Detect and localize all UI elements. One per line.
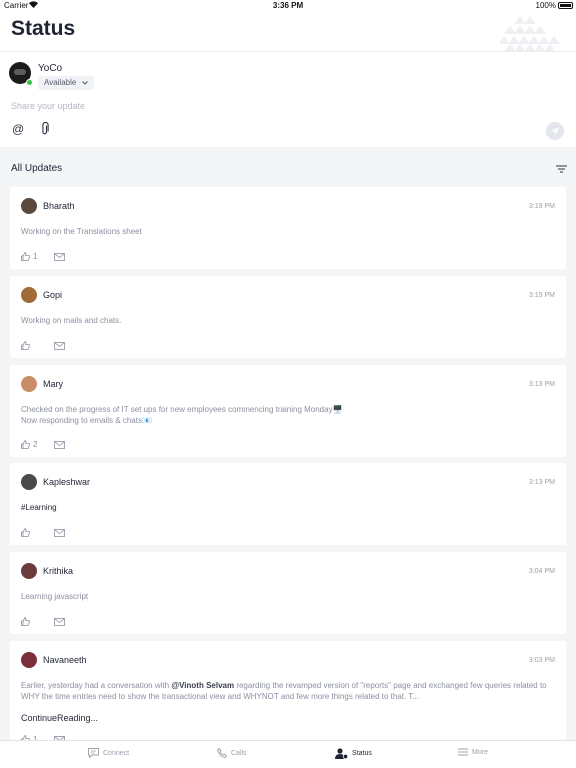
avatar[interactable] [21, 198, 37, 214]
post-time: 3:13 PM [528, 479, 555, 486]
like-button[interactable]: 2 [21, 440, 37, 449]
post-text: Working on the Translations sheet [21, 227, 142, 236]
status-composer: YoCo Available Share your update @ [0, 53, 576, 147]
continue-reading-link[interactable]: ContinueReading... [21, 713, 98, 723]
like-button[interactable] [21, 528, 30, 537]
page-header: Status [0, 12, 576, 52]
mention-link[interactable]: @Vinoth Selvam [171, 681, 234, 690]
send-icon [551, 127, 559, 135]
thumbs-up-icon [21, 440, 30, 449]
author-name[interactable]: Navaneeth [43, 655, 87, 665]
status-card[interactable]: Krithika 3:04 PM Learning javascript [10, 552, 566, 634]
reply-icon[interactable] [54, 441, 65, 449]
like-count: 1 [33, 252, 38, 261]
status-icon [335, 748, 348, 759]
tab-label: Calls [231, 749, 247, 757]
post-text: Learning javascript [21, 592, 89, 601]
status-card[interactable]: Navaneeth 3:03 PM Earlier, yesterday had… [10, 641, 566, 740]
feed-title: All Updates [11, 163, 63, 174]
post-text: Working on mails and chats. [21, 316, 122, 325]
post-time: 3:13 PM [528, 381, 555, 388]
mention-icon[interactable]: @ [12, 122, 24, 136]
author-name[interactable]: Bharath [43, 201, 75, 211]
tab-calls[interactable]: Calls [217, 748, 247, 758]
post-text-before: Earlier, yesterday had a conversation wi… [21, 681, 172, 690]
like-button[interactable] [21, 341, 30, 350]
tab-more[interactable]: More [458, 748, 488, 756]
author-name[interactable]: Gopi [43, 290, 62, 300]
tab-label: More [472, 748, 488, 756]
bottom-tab-bar: Connect Calls Status More [0, 740, 576, 768]
triangle-pattern-icon [500, 16, 560, 51]
status-card[interactable]: Gopi 3:19 PM Working on mails and chats. [10, 276, 566, 358]
availability-dropdown[interactable]: Available [38, 76, 95, 90]
post-time: 3:19 PM [528, 292, 555, 299]
reply-icon[interactable] [54, 253, 65, 261]
share-update-input[interactable]: Share your update [11, 101, 85, 111]
tab-label: Connect [103, 749, 130, 757]
attachment-icon[interactable] [40, 122, 50, 136]
status-card[interactable]: Kapleshwar 3:13 PM #Learning [10, 463, 566, 545]
updates-feed[interactable]: All Updates Bharath 3:19 PM Working on t… [0, 147, 576, 740]
author-name[interactable]: Krithika [43, 566, 73, 576]
like-button[interactable] [21, 617, 30, 626]
post-time: 3:04 PM [528, 568, 555, 575]
post-text: Earlier, yesterday had a conversation wi… [21, 680, 556, 702]
post-time: 3:03 PM [528, 657, 555, 664]
reply-icon[interactable] [54, 618, 65, 626]
feed-header: All Updates [0, 147, 576, 187]
thumbs-up-icon [21, 252, 30, 261]
battery-percent: 100% [535, 1, 556, 10]
reply-icon[interactable] [54, 342, 65, 350]
tab-label: Status [352, 750, 372, 757]
tab-connect[interactable]: Connect [88, 748, 129, 758]
like-count: 2 [33, 440, 38, 449]
phone-icon [217, 748, 227, 758]
send-button[interactable] [546, 122, 564, 140]
thumbs-up-icon [21, 528, 30, 537]
like-button[interactable]: 1 [21, 252, 37, 261]
tab-status[interactable]: Status [335, 748, 372, 759]
filter-icon[interactable] [556, 165, 567, 173]
thumbs-up-icon [21, 617, 30, 626]
avatar[interactable] [21, 474, 37, 490]
avatar[interactable] [21, 376, 37, 392]
current-user-name: YoCo [38, 63, 63, 74]
reply-icon[interactable] [54, 529, 65, 537]
author-name[interactable]: Kapleshwar [43, 477, 90, 487]
availability-label: Available [44, 78, 77, 87]
avatar[interactable] [21, 563, 37, 579]
menu-icon [458, 748, 468, 756]
post-time: 3:19 PM [528, 203, 555, 210]
status-card[interactable]: Bharath 3:19 PM Working on the Translati… [10, 187, 566, 269]
status-card[interactable]: Mary 3:13 PM Checked on the progress of … [10, 365, 566, 457]
battery-icon [558, 2, 573, 9]
presence-indicator [26, 79, 33, 86]
avatar[interactable] [21, 652, 37, 668]
author-name[interactable]: Mary [43, 379, 63, 389]
post-text: #Learning [21, 503, 57, 512]
ios-status-bar: Carrier 3:36 PM 100% [0, 0, 576, 12]
post-line: Checked on the progress of IT set ups fo… [21, 405, 343, 414]
post-line: Now responding to emails & chats📧 [21, 416, 152, 425]
thumbs-up-icon [21, 341, 30, 350]
page-title: Status [11, 17, 76, 40]
avatar[interactable] [21, 287, 37, 303]
clock: 3:36 PM [272, 1, 304, 10]
post-text: Checked on the progress of IT set ups fo… [21, 404, 556, 426]
chat-icon [88, 748, 99, 758]
chevron-down-icon [82, 81, 89, 85]
